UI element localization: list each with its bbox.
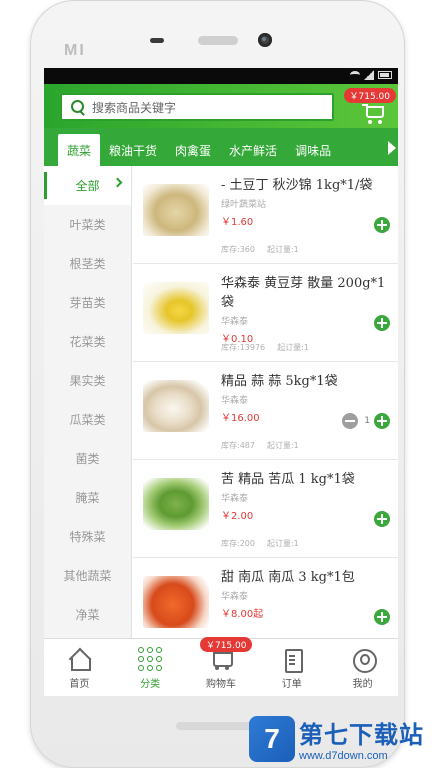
subcategory-sidebar: 全部 叶菜类 根茎类 芽苗类 花菜类 果实类 瓜菜类 菌类 腌菜 特殊菜 其他蔬… [44,166,132,638]
battery-icon [378,71,392,79]
product-stock: 库存:13976 [221,343,266,352]
watermark-logo: 7 第七下载站 www.d7down.com [249,715,424,762]
product-list: - 土豆丁 秋沙锦 1kg*1/袋 绿叶蔬菜站 ￥1.60 库存:360 起订量:… [133,166,398,638]
category-tabs: 蔬菜 粮油干货 肉禽蛋 水产鲜活 调味品 [44,128,398,166]
product-min-order: 起订量:1 [266,539,299,548]
bottom-nav: 首页 分类 ￥715.00 购物车 订单 我的 [44,637,398,696]
product-price: ￥1.60 [221,217,254,228]
chevron-right-icon [112,177,123,188]
app-screen: 搜索商品关键字 ￥715.00 蔬菜 粮油干货 肉禽蛋 水产鲜活 调味品 全部 … [44,68,398,696]
sidebar-item-all[interactable]: 全部 [44,166,131,205]
watermark-title: 第七下载站 [299,721,424,749]
add-to-cart-button[interactable] [374,511,390,527]
sidebar-item-pickled[interactable]: 腌菜 [44,478,131,517]
earpiece-speaker [150,38,164,43]
nav-label: 我的 [352,679,373,690]
product-brand: 华森泰 [221,317,249,327]
phone-home-button[interactable] [176,722,256,730]
tab-seasoning[interactable]: 调味品 [286,134,340,166]
nav-label: 分类 [140,679,161,690]
nav-label: 首页 [69,679,90,690]
grid-icon [138,647,163,671]
product-brand: 华森泰 [221,494,249,504]
garlic-image [143,380,209,432]
shopping-cart-icon[interactable] [362,104,388,126]
nav-category[interactable]: 分类 [115,639,186,696]
pumpkin-image [143,576,209,628]
add-to-cart-button[interactable] [374,217,390,233]
sidebar-item-mushroom[interactable]: 菌类 [44,439,131,478]
product-stock: 库存:200 [221,539,255,548]
add-to-cart-button[interactable] [374,413,390,429]
product-price: ￥2.00 [221,511,254,522]
product-name: 精品 蒜 蒜 5kg*1袋 [221,374,338,389]
sidebar-item-special[interactable]: 特殊菜 [44,517,131,556]
list-item[interactable]: 精品 蒜 蒜 5kg*1袋 华森泰 ￥16.00 库存:487 起订量:1 1 [133,362,398,460]
product-min-order: 起订量:1 [277,343,309,352]
cart-total-badge: ￥715.00 [343,88,396,103]
cart-icon [209,647,233,671]
nav-orders[interactable]: 订单 [256,639,327,696]
product-name: 华森泰 黄豆芽 散量 200g*1袋 [221,276,386,310]
decrease-quantity-button[interactable] [342,413,359,429]
quantity-value: 1 [364,416,370,426]
product-min-order: 起订量:1 [266,245,299,254]
quantity-stepper: 1 [342,413,370,429]
tab-seafood[interactable]: 水产鲜活 [220,134,286,166]
tabs-scroll-right-icon[interactable] [388,141,396,155]
tab-grain-oil[interactable]: 粮油干货 [100,134,166,166]
nav-label: 订单 [281,679,302,690]
potato-image [143,184,209,236]
tab-meat-egg[interactable]: 肉禽蛋 [166,134,220,166]
search-placeholder: 搜索商品关键字 [92,100,177,115]
sidebar-item-leafy[interactable]: 叶菜类 [44,205,131,244]
home-icon [67,647,92,671]
add-to-cart-button[interactable] [374,609,390,625]
product-brand: 绿叶蔬菜站 [221,200,267,210]
sidebar-item-root[interactable]: 根茎类 [44,244,131,283]
sidebar-item-flower[interactable]: 花菜类 [44,322,131,361]
sidebar-item-prepared[interactable]: 净菜 [44,595,131,634]
nav-mine[interactable]: 我的 [327,639,398,696]
front-camera [258,33,272,47]
nav-cart[interactable]: ￥715.00 购物车 [186,637,257,696]
sidebar-item-other[interactable]: 其他蔬菜 [44,556,131,595]
product-brand: 华森泰 [221,592,249,602]
product-min-order: 起订量:1 [266,441,299,450]
earpiece-grille [198,36,238,45]
signal-icon [364,70,374,80]
wifi-icon [350,71,360,79]
list-item[interactable]: 华森泰 黄豆芽 散量 200g*1袋 华森泰 ￥0.10 库存:13976 起订量… [133,264,398,362]
list-item[interactable]: - 土豆丁 秋沙锦 1kg*1/袋 绿叶蔬菜站 ￥1.60 库存:360 起订量:… [133,166,398,264]
product-stock: 库存:487 [221,441,255,450]
status-bar [44,68,398,84]
product-brand: 华森泰 [221,396,249,406]
bitter-melon-image [143,478,209,530]
user-icon [351,647,377,673]
search-input[interactable]: 搜索商品关键字 [60,93,334,121]
product-stock: 库存:360 [221,245,255,254]
nav-home[interactable]: 首页 [44,639,115,696]
product-name: 甜 南瓜 南瓜 3 kg*1包 [221,570,355,585]
product-name: - 土豆丁 秋沙锦 1kg*1/袋 [221,178,373,193]
tab-vegetables[interactable]: 蔬菜 [58,134,101,166]
watermark-url: www.d7down.com [299,750,388,762]
sidebar-item-label: 全部 [75,179,100,193]
search-icon [70,99,86,115]
list-item[interactable]: 甜 南瓜 南瓜 3 kg*1包 华森泰 ￥8.00起 [133,558,398,638]
product-name: 苦 精品 苦瓜 1 kg*1袋 [221,472,355,487]
bean-sprout-image [143,282,209,334]
sidebar-item-gourd[interactable]: 瓜菜类 [44,400,131,439]
product-price: ￥8.00起 [221,609,264,620]
clipboard-icon [280,647,304,673]
list-item[interactable]: 苦 精品 苦瓜 1 kg*1袋 华森泰 ￥2.00 库存:200 起订量:1 [133,460,398,558]
sidebar-item-sprouts[interactable]: 芽苗类 [44,283,131,322]
watermark-icon: 7 [249,715,295,762]
phone-brand-logo: MI [64,42,86,59]
add-to-cart-button[interactable] [374,315,390,331]
sidebar-item-fruit[interactable]: 果实类 [44,361,131,400]
nav-label: 购物车 [205,679,236,690]
